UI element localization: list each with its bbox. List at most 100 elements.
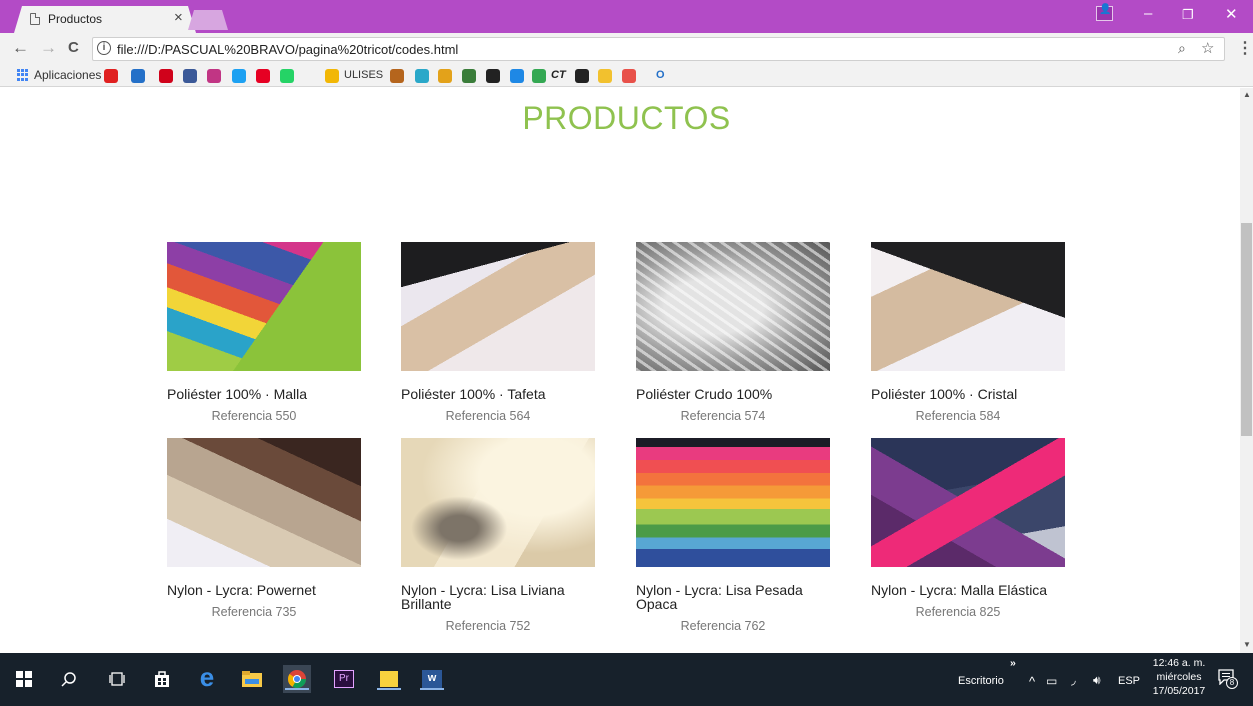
premiere-label: Pr [334,670,354,688]
scroll-up-icon[interactable]: ▲ [1243,90,1251,99]
bookmark-favicon-icon[interactable] [486,69,500,83]
vertical-scrollbar[interactable]: ▲ ▼ [1240,88,1253,653]
volume-icon[interactable]: 🔊︎ [1093,673,1101,688]
browser-menu-icon[interactable]: ⋮ [1237,38,1253,58]
browser-tab[interactable]: Productos × [14,6,196,33]
product-image[interactable] [401,438,595,567]
product-card[interactable]: Nylon - Lycra: Lisa Liviana Brillante Re… [401,438,595,633]
bookmark-favicon-icon[interactable] [598,69,612,83]
bookmark-favicon-icon[interactable] [159,69,173,83]
product-image[interactable] [871,242,1065,371]
clock[interactable]: 12:46 a. m. miércoles 17/05/2017 [1144,657,1214,697]
bookmark-favicon-icon[interactable] [438,69,452,83]
product-reference: Referencia 564 [445,409,531,423]
product-reference: Referencia 550 [211,409,297,423]
product-reference: Referencia 752 [445,619,531,633]
info-icon[interactable]: i [97,41,111,55]
product-reference: Referencia 825 [915,605,1001,619]
bookmark-star-icon[interactable]: ☆ [1201,39,1214,57]
browser-toolbar: ← → C i file:///D:/PASCUAL%20BRAVO/pagin… [0,33,1253,64]
toolbar-expand-icon[interactable]: » [1010,657,1016,669]
bookmark-ct[interactable]: CT [551,69,566,81]
close-button[interactable]: ✕ [1225,5,1238,23]
user-profile-icon[interactable] [1096,4,1113,21]
product-image[interactable] [636,242,830,371]
clock-day: miércoles [1156,671,1202,683]
tray-expand-icon[interactable]: ^ [1029,674,1035,689]
file-explorer-icon[interactable] [238,665,266,693]
product-card[interactable]: Poliéster Crudo 100% Referencia 574 [636,242,830,423]
product-image[interactable] [401,242,595,371]
bookmark-favicon-icon[interactable] [575,69,589,83]
new-tab-button[interactable] [188,10,228,30]
product-name: Nylon - Lycra: Lisa Pesada Opaca [636,582,803,612]
reload-button[interactable]: C [68,39,79,56]
bookmark-favicon-icon[interactable] [532,69,546,83]
product-card[interactable]: Nylon - Lycra: Powernet Referencia 735 [167,438,361,619]
apps-shortcut[interactable]: Aplicaciones [17,68,101,82]
bookmark-favicon-icon[interactable] [415,69,429,83]
url-text[interactable]: file:///D:/PASCUAL%20BRAVO/pagina%20tric… [117,42,458,57]
product-image[interactable] [167,438,361,567]
scrollbar-thumb[interactable] [1241,223,1252,436]
bookmark-favicon-icon[interactable] [183,69,197,83]
language-indicator[interactable]: ESP [1118,675,1140,687]
sticky-notes-icon[interactable] [375,665,403,693]
bookmark-favicon-icon[interactable] [325,69,339,83]
page-title: PRODUCTOS [522,100,731,136]
product-name: Poliéster 100% · Tafeta [401,386,546,402]
product-image[interactable] [636,438,830,567]
battery-icon[interactable]: ▭ [1046,674,1057,688]
product-card[interactable]: Poliéster 100% · Cristal Referencia 584 [871,242,1065,423]
product-image[interactable] [871,438,1065,567]
product-name: Nylon - Lycra: Malla Elástica [871,582,1048,598]
bookmark-ulises[interactable]: ULISES [344,69,383,81]
scroll-down-icon[interactable]: ▼ [1243,640,1251,649]
address-bar[interactable]: i file:///D:/PASCUAL%20BRAVO/pagina%20tr… [92,37,1225,61]
product-image[interactable] [167,242,361,371]
product-name: Poliéster 100% · Malla [167,386,308,402]
bookmark-favicon-icon[interactable] [390,69,404,83]
bookmark-favicon-icon[interactable] [622,69,636,83]
notifications-icon[interactable]: 8 [1218,669,1238,689]
bookmark-favicon-icon[interactable] [280,69,294,83]
clock-date: 17/05/2017 [1152,685,1206,697]
bookmark-favicon-icon[interactable] [131,69,145,83]
wifi-icon[interactable]: ◞ [1071,673,1076,687]
task-view-icon[interactable] [103,665,131,693]
back-button[interactable]: ← [12,38,29,58]
bookmark-favicon-icon[interactable] [256,69,270,83]
notification-count: 8 [1226,677,1238,689]
bookmark-favicon-icon[interactable] [232,69,246,83]
premiere-icon[interactable]: Pr [330,665,358,693]
browser-title-bar: Productos × – ❐ ✕ [0,0,1253,33]
minimize-button[interactable]: – [1144,5,1152,22]
product-reference: Referencia 735 [211,605,297,619]
bookmark-favicon-icon[interactable] [510,69,524,83]
store-icon[interactable] [148,665,176,693]
desktop-toolbar-label[interactable]: Escritorio [958,675,1004,687]
product-card[interactable]: Nylon - Lycra: Lisa Pesada Opaca Referen… [636,438,830,633]
zoom-icon[interactable]: ⌕ [1178,40,1186,57]
apps-label: Aplicaciones [34,68,102,82]
chrome-icon[interactable] [283,665,311,693]
windows-taskbar: e Pr w » Escritorio ^ ▭ ◞ 🔊︎ ESP 12:46 a… [0,653,1253,706]
search-icon[interactable] [55,665,83,693]
word-icon[interactable]: w [418,665,446,693]
forward-button[interactable]: → [40,38,57,58]
product-card[interactable]: Poliéster 100% · Malla Referencia 550 [167,242,361,423]
tab-close-icon[interactable]: × [174,9,183,26]
bookmark-o[interactable]: O [656,69,665,81]
word-label: w [422,670,442,688]
start-button[interactable] [10,665,38,693]
bookmark-favicon-icon[interactable] [207,69,221,83]
page-icon [30,13,40,25]
bookmarks-bar: Aplicaciones ULISES CT O [0,64,1253,87]
bookmark-favicon-icon[interactable] [104,69,118,83]
bookmark-favicon-icon[interactable] [462,69,476,83]
product-card[interactable]: Poliéster 100% · Tafeta Referencia 564 [401,242,595,423]
maximize-button[interactable]: ❐ [1182,7,1194,23]
clock-time: 12:46 a. m. [1152,657,1206,669]
edge-icon[interactable]: e [193,664,221,693]
product-card[interactable]: Nylon - Lycra: Malla Elástica Referencia… [871,438,1065,619]
